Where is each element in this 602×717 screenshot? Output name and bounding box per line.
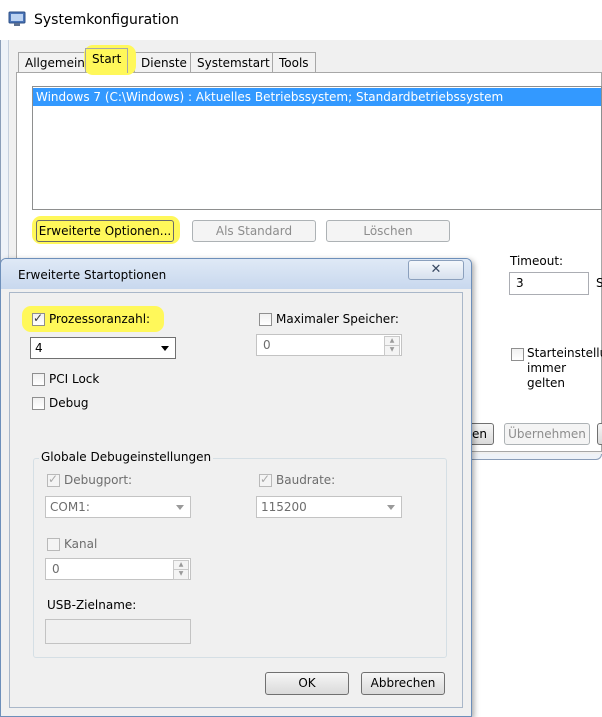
usb-target-input[interactable] [45, 619, 191, 644]
apply-button[interactable]: Übernehmen [504, 423, 590, 445]
debug-checkbox[interactable] [32, 397, 45, 410]
chevron-down-icon [387, 505, 395, 510]
chevron-down-icon [161, 346, 169, 351]
max-memory-spinner[interactable]: 0 ▲ ▼ [256, 334, 402, 356]
max-memory-value: 0 [263, 338, 271, 352]
tab-boot[interactable]: Start [85, 48, 129, 73]
delete-boot-entry-button[interactable]: Löschen [326, 220, 450, 242]
tab-startup[interactable]: Systemstart [190, 52, 277, 72]
ok-button[interactable]: OK [265, 672, 349, 695]
pci-lock-checkbox[interactable] [32, 373, 45, 386]
tab-general[interactable]: Allgemein [18, 52, 92, 72]
channel-label: Kanal [64, 537, 98, 551]
cancel-button[interactable]: Abbrechen [361, 672, 445, 695]
dialog-title: Erweiterte Startoptionen [18, 268, 167, 282]
chevron-down-icon [176, 505, 184, 510]
timeout-label: Timeout: [510, 254, 564, 268]
pci-lock-label: PCI Lock [49, 372, 100, 386]
baudrate-value: 115200 [261, 500, 307, 514]
help-button-partial[interactable] [597, 423, 602, 445]
tab-services[interactable]: Dienste [134, 52, 194, 72]
baudrate-checkbox[interactable] [259, 472, 272, 487]
persist-settings-label-line1: Starteinstellu [527, 346, 602, 360]
persist-settings-label-line2: immer gelten [527, 361, 567, 390]
set-default-button[interactable]: Als Standard [192, 220, 316, 242]
system-config-app-icon [8, 11, 26, 27]
dialog-close-button[interactable]: ✕ [408, 260, 464, 280]
persist-settings-checkbox[interactable] [511, 348, 524, 361]
baudrate-select[interactable]: 115200 [256, 496, 402, 518]
timeout-unit-label: S [596, 276, 602, 290]
num-procs-value: 4 [35, 341, 43, 355]
global-debug-group-label: Globale Debugeinstellungen [39, 450, 214, 464]
spin-down-icon[interactable]: ▼ [384, 345, 400, 356]
num-procs-checkbox[interactable] [32, 311, 45, 326]
debugport-value: COM1: [50, 500, 90, 514]
debugport-label: Debugport: [64, 473, 133, 487]
channel-spinner[interactable]: 0 ▲ ▼ [45, 558, 191, 580]
max-memory-label: Maximaler Speicher: [276, 312, 399, 326]
boot-entry-selected[interactable]: Windows 7 (C:\Windows) : Aktuelles Betri… [33, 88, 601, 106]
max-memory-checkbox[interactable] [259, 313, 272, 326]
persist-settings-label: Starteinstellu immer gelten [527, 346, 602, 391]
timeout-input[interactable]: 3 [509, 272, 589, 295]
num-procs-select[interactable]: 4 [30, 337, 176, 359]
spin-down-icon[interactable]: ▼ [173, 569, 189, 580]
channel-checkbox[interactable] [47, 538, 60, 551]
usb-target-label: USB-Zielname: [47, 598, 137, 612]
channel-value: 0 [52, 562, 60, 576]
baudrate-label: Baudrate: [276, 473, 336, 487]
main-window-title: Systemkonfiguration [34, 12, 179, 28]
debug-label: Debug [49, 396, 89, 410]
num-procs-label: Prozessoranzahl: [49, 312, 151, 326]
debugport-checkbox[interactable] [47, 472, 60, 487]
tab-tools[interactable]: Tools [272, 52, 316, 72]
debugport-select[interactable]: COM1: [45, 496, 191, 518]
close-icon: ✕ [430, 262, 442, 277]
advanced-options-button[interactable]: Erweiterte Optionen... [36, 220, 174, 242]
